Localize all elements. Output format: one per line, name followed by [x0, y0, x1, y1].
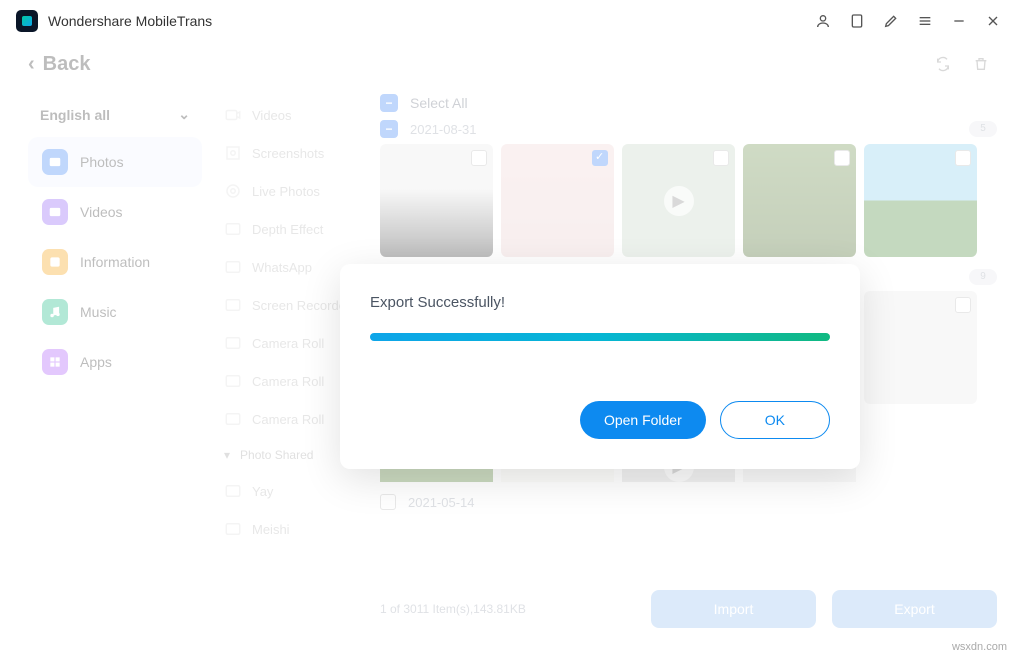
- device-icon[interactable]: [849, 13, 865, 29]
- date-group-checkbox[interactable]: −: [380, 120, 398, 138]
- sidebar-item-music[interactable]: Music: [28, 287, 202, 337]
- sidebar-item-videos[interactable]: Videos: [28, 187, 202, 237]
- import-button[interactable]: Import: [651, 590, 816, 628]
- sidebar-item-information[interactable]: Information: [28, 237, 202, 287]
- sub-meishi[interactable]: Meishi: [216, 510, 374, 548]
- app-title: Wondershare MobileTrans: [48, 13, 212, 29]
- minimize-icon[interactable]: [951, 13, 967, 29]
- back-bar: ‹ Back: [0, 42, 1017, 86]
- date-group-label: 2021-05-14: [408, 495, 475, 510]
- video-thumbnail[interactable]: ▶: [622, 144, 735, 257]
- photo-thumbnail[interactable]: [743, 144, 856, 257]
- selection-info: 1 of 3011 Item(s),143.81KB: [380, 602, 526, 616]
- edit-icon[interactable]: [883, 13, 899, 29]
- close-icon[interactable]: [985, 13, 1001, 29]
- thumbnail-checkbox[interactable]: [471, 150, 487, 166]
- back-label: Back: [43, 53, 91, 76]
- category-sidebar: English all ⌄ Photos Videos Information …: [20, 86, 210, 634]
- user-icon[interactable]: [815, 13, 831, 29]
- apps-icon: [42, 349, 68, 375]
- sidebar-item-photos[interactable]: Photos: [28, 137, 202, 187]
- ok-button[interactable]: OK: [720, 401, 830, 439]
- videos-icon: [42, 199, 68, 225]
- music-icon: [42, 299, 68, 325]
- select-all-label: Select All: [410, 95, 468, 111]
- titlebar: Wondershare MobileTrans: [0, 0, 1017, 42]
- export-success-modal: Export Successfully! Open Folder OK: [340, 264, 860, 469]
- thumbnail-checkbox[interactable]: [834, 150, 850, 166]
- language-selector[interactable]: English all ⌄: [28, 96, 202, 133]
- photo-thumbnail[interactable]: [380, 144, 493, 257]
- sidebar-item-label: Information: [80, 254, 150, 270]
- sync-icon[interactable]: [935, 56, 951, 72]
- watermark: wsxdn.com: [952, 641, 1007, 653]
- thumbnail-checkbox[interactable]: [713, 150, 729, 166]
- menu-icon[interactable]: [917, 13, 933, 29]
- back-button[interactable]: ‹ Back: [28, 53, 90, 76]
- sidebar-item-label: Photos: [80, 154, 124, 170]
- modal-title: Export Successfully!: [370, 294, 830, 311]
- sidebar-item-label: Videos: [80, 204, 123, 220]
- photo-thumbnail[interactable]: [864, 144, 977, 257]
- thumbnail-checkbox[interactable]: [955, 297, 971, 313]
- thumbnail-checkbox[interactable]: [592, 150, 608, 166]
- open-folder-button[interactable]: Open Folder: [580, 401, 706, 439]
- sidebar-item-label: Apps: [80, 354, 112, 370]
- sub-yay[interactable]: Yay: [216, 472, 374, 510]
- count-badge: 9: [969, 269, 997, 285]
- sub-screenshots[interactable]: Screenshots: [216, 134, 374, 172]
- app-logo: [16, 10, 38, 32]
- photo-thumbnail[interactable]: [864, 291, 977, 404]
- trash-icon[interactable]: [973, 56, 989, 72]
- chevron-left-icon: ‹: [28, 53, 35, 76]
- play-icon: ▶: [664, 186, 694, 216]
- date-group-label: 2021-08-31: [410, 122, 477, 137]
- thumbnail-checkbox[interactable]: [955, 150, 971, 166]
- information-icon: [42, 249, 68, 275]
- sub-live-photos[interactable]: Live Photos: [216, 172, 374, 210]
- select-all-checkbox[interactable]: −: [380, 94, 398, 112]
- date-group-checkbox[interactable]: [380, 494, 396, 510]
- sidebar-item-label: Music: [80, 304, 117, 320]
- sidebar-item-apps[interactable]: Apps: [28, 337, 202, 387]
- sub-videos[interactable]: Videos: [216, 96, 374, 134]
- photo-thumbnail[interactable]: [501, 144, 614, 257]
- progress-bar: [370, 333, 830, 341]
- sub-depth-effect[interactable]: Depth Effect: [216, 210, 374, 248]
- export-button[interactable]: Export: [832, 590, 997, 628]
- chevron-down-icon: ⌄: [178, 106, 190, 123]
- photos-icon: [42, 149, 68, 175]
- language-label: English all: [40, 107, 110, 123]
- count-badge: 5: [969, 121, 997, 137]
